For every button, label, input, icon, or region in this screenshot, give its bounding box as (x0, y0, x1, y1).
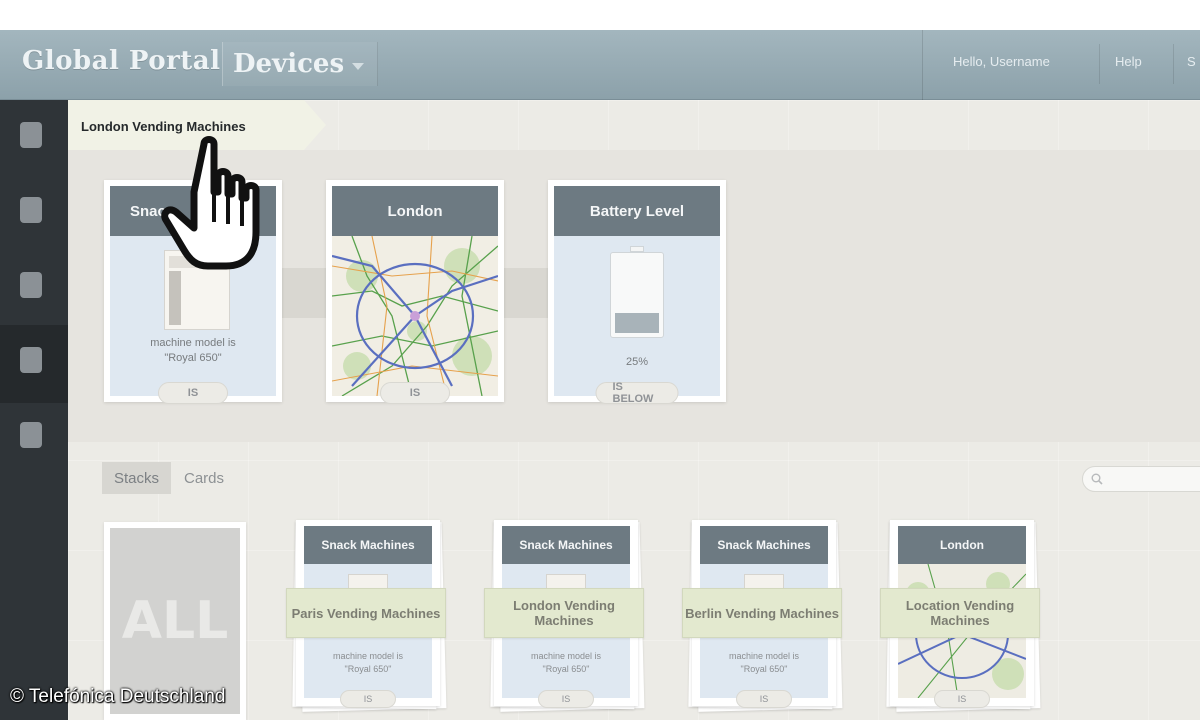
tab-cards[interactable]: Cards (172, 462, 236, 494)
search-input[interactable] (1082, 466, 1200, 492)
description-line: "Royal 650" (740, 664, 788, 674)
truncated-header-link[interactable]: S (1187, 54, 1196, 69)
description-line: "Royal 650" (164, 352, 222, 364)
help-link[interactable]: Help (1115, 54, 1142, 69)
stack-label: London Vending Machines (484, 588, 644, 638)
sidebar-item-2[interactable] (0, 175, 68, 253)
hand-cursor-icon (161, 136, 260, 270)
london-map-thumbnail (332, 236, 498, 396)
stack-london-vending-machines[interactable]: Snack Machines machine model is "Royal 65… (484, 520, 645, 715)
stack-berlin-vending-machines[interactable]: Snack Machines machine model is "Royal 65… (682, 520, 843, 715)
description-line: machine model is (332, 651, 404, 661)
sidebar-item-4[interactable] (0, 325, 68, 403)
header-divider (1173, 44, 1174, 84)
stack-location-vending-machines[interactable]: London IS Location Vending Machines (880, 520, 1041, 715)
chevron-down-icon (352, 62, 365, 70)
battery-icon (610, 246, 664, 338)
description-line: "Royal 650" (542, 664, 590, 674)
stack-label: Berlin Vending Machines (682, 588, 842, 638)
card-connector (504, 268, 548, 318)
sidebar (0, 100, 68, 720)
stack-operator-pill: IS (538, 690, 594, 708)
search-icon (1091, 473, 1103, 485)
breadcrumb-label: London Vending Machines (81, 119, 246, 134)
operator-pill[interactable]: IS BELOW (595, 381, 679, 405)
copyright-watermark: © Telefónica Deutschland (10, 686, 226, 707)
stack-header: Snack Machines (700, 526, 828, 564)
header-user-area: Hello, Username Help S (922, 30, 1200, 100)
sidebar-item-3[interactable] (0, 250, 68, 328)
section-dropdown-label: Devices (233, 49, 345, 79)
square-icon (20, 272, 42, 298)
description-line: "Royal 650" (344, 664, 392, 674)
operator-pill[interactable]: IS (158, 382, 228, 404)
filter-card-description: machine model is "Royal 650" (110, 336, 276, 366)
card-connector (282, 268, 326, 318)
description-line: machine model is (728, 651, 800, 661)
sidebar-item-5[interactable] (0, 400, 68, 478)
filter-card-title: Battery Level (554, 186, 720, 236)
stack-label: Paris Vending Machines (286, 588, 446, 638)
square-icon (20, 122, 42, 148)
top-header: Global Portal Devices Hello, Username He… (0, 30, 1200, 100)
square-icon (20, 197, 42, 223)
square-icon (20, 347, 42, 373)
stack-operator-pill: IS (934, 690, 990, 708)
stack-operator-pill: IS (736, 690, 792, 708)
stack-label: Location Vending Machines (880, 588, 1040, 638)
description-line: machine model is (530, 651, 602, 661)
operator-pill[interactable]: IS (380, 382, 450, 404)
filter-card-battery-level[interactable]: Battery Level 25% IS BELOW (548, 180, 726, 405)
tab-stacks[interactable]: Stacks (102, 462, 172, 494)
stack-header: Snack Machines (502, 526, 630, 564)
section-dropdown[interactable]: Devices (222, 42, 378, 86)
header-divider (1099, 44, 1100, 84)
filter-card-body: 25% IS BELOW (554, 236, 720, 405)
sidebar-item-1[interactable] (0, 100, 68, 178)
filter-card-title: London (332, 186, 498, 236)
filter-card-london[interactable]: London IS (326, 180, 504, 404)
user-greeting-link[interactable]: Hello, Username (953, 54, 1050, 69)
stack-operator-pill: IS (340, 690, 396, 708)
square-icon (20, 422, 42, 448)
description-line: machine model is (150, 337, 236, 349)
battery-percentage: 25% (625, 356, 649, 368)
stack-header: Snack Machines (304, 526, 432, 564)
brand-title[interactable]: Global Portal (22, 46, 221, 76)
stack-paris-vending-machines[interactable]: Snack Machines machine model is "Royal 65… (286, 520, 447, 715)
top-strip (0, 0, 1200, 30)
battery-level-fill (615, 313, 659, 333)
stack-header: London (898, 526, 1026, 564)
filter-card-body: IS (332, 236, 498, 404)
